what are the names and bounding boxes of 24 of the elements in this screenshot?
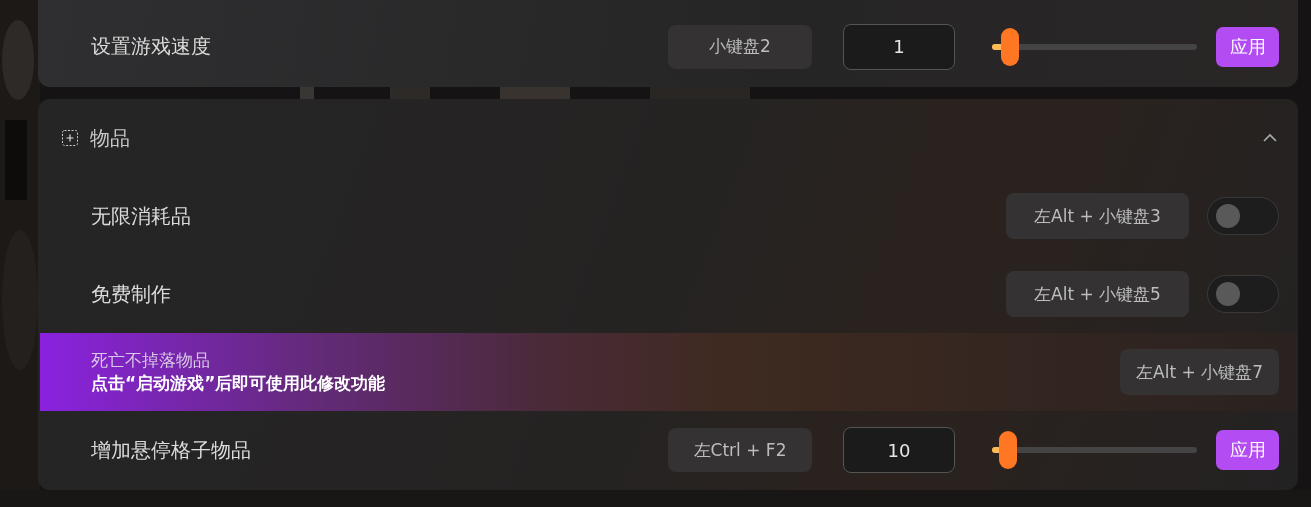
feature-label: 免费制作 [91, 280, 172, 308]
notice-text: 点击“启动游戏”后即可使用此修改功能 [91, 372, 387, 395]
feature-label: 增加悬停格子物品 [91, 436, 252, 464]
apply-button[interactable]: 应用 [1216, 26, 1279, 67]
apply-button[interactable]: 应用 [1216, 430, 1279, 470]
feature-label: 设置游戏速度 [91, 33, 212, 60]
feature-label: 无限消耗品 [91, 202, 192, 230]
feature-label: 死亡不掉落物品 [91, 349, 211, 372]
slider[interactable] [992, 431, 1197, 469]
hotkey-chip[interactable]: 左Alt + 小键盘3 [1006, 193, 1189, 239]
toggle-switch[interactable] [1207, 275, 1279, 313]
plus-icon [62, 130, 78, 146]
slider[interactable] [992, 27, 1197, 66]
section-title: 物品 [90, 124, 131, 152]
slider-thumb[interactable] [1001, 27, 1020, 66]
hotkey-chip[interactable]: 左Alt + 小键盘5 [1006, 271, 1189, 317]
slider-thumb[interactable] [999, 431, 1018, 469]
value-field[interactable]: 1 [843, 23, 955, 70]
hotkey-chip[interactable]: 左Alt + 小键盘7 [1120, 349, 1279, 395]
hotkey-chip[interactable]: 小键盘2 [668, 24, 812, 69]
chevron-up-icon[interactable] [1262, 133, 1278, 143]
toggle-switch[interactable] [1207, 197, 1279, 235]
value-field[interactable]: 10 [843, 427, 955, 473]
hotkey-chip[interactable]: 左Ctrl + F2 [668, 428, 812, 472]
